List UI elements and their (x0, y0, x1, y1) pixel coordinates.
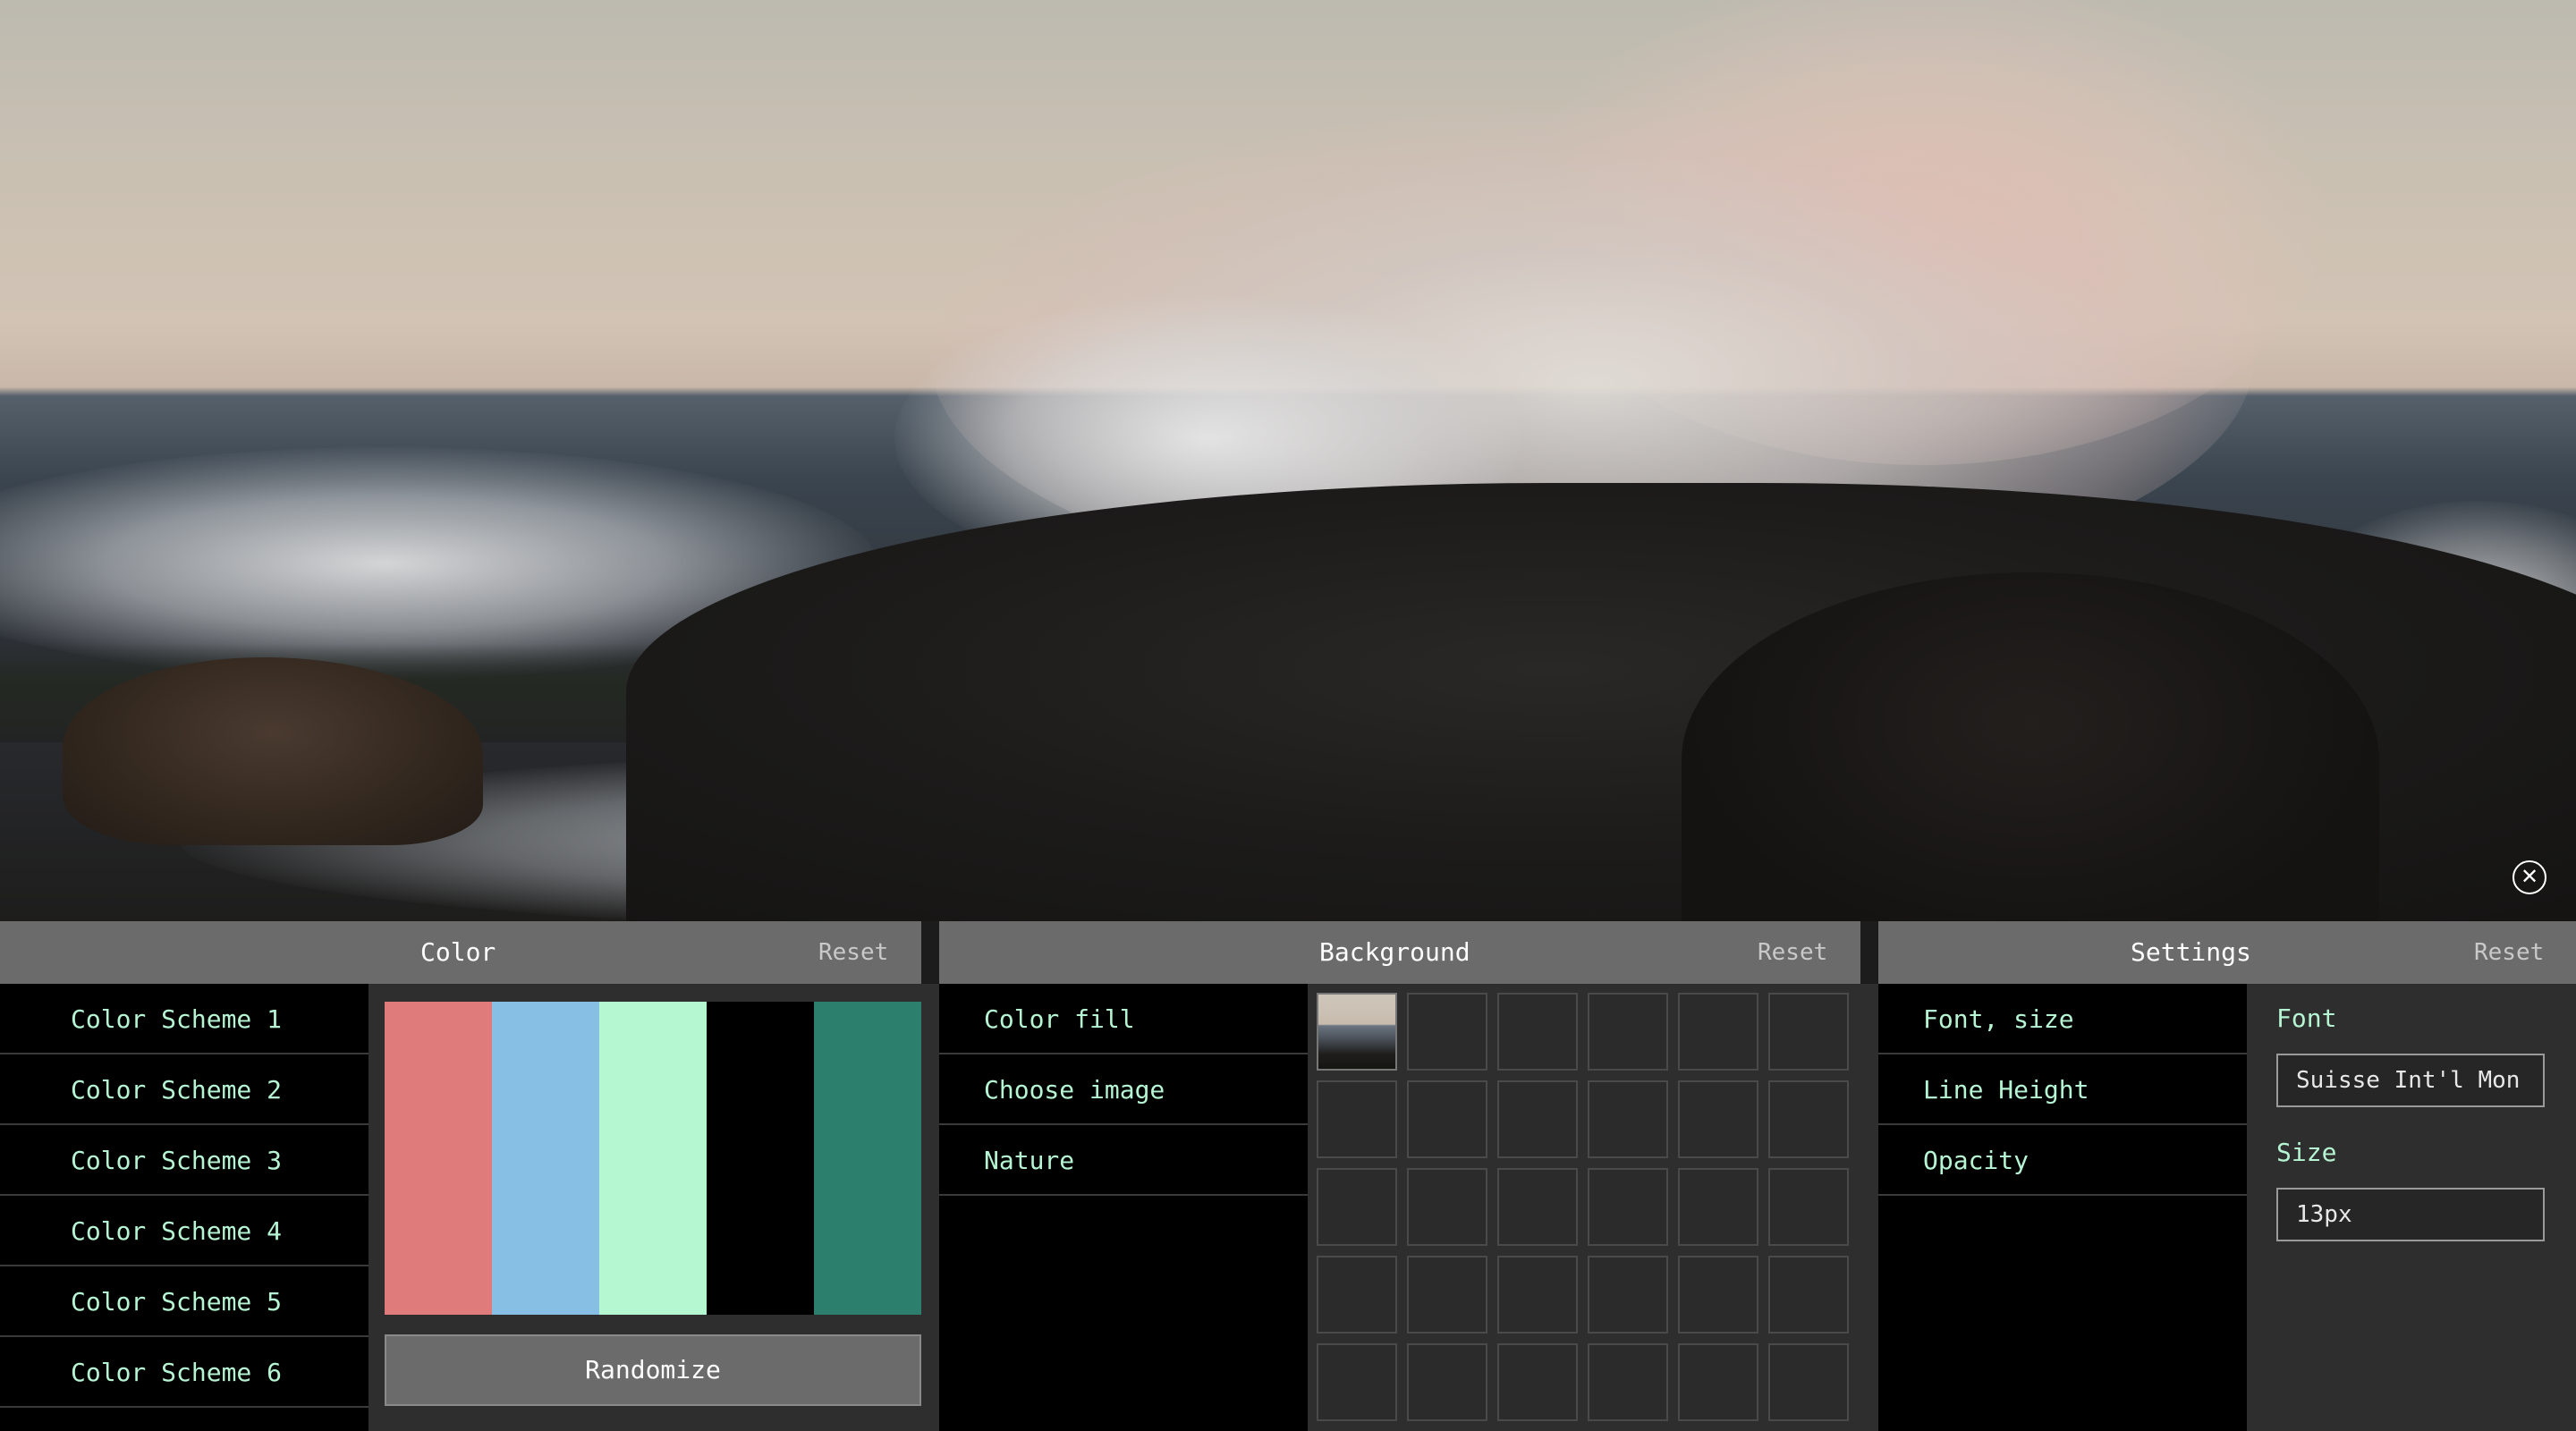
image-slot[interactable] (1678, 1343, 1758, 1421)
image-slot[interactable] (1768, 1343, 1849, 1421)
panel-divider (1860, 921, 1878, 1431)
image-slot[interactable] (1768, 1256, 1849, 1334)
background-panel: Background Reset Color fill Choose image… (939, 921, 1860, 1431)
color-swatch[interactable] (707, 1002, 814, 1315)
settings-form: Font Suisse Int'l Mon Size 13px (2247, 984, 2576, 1431)
image-slot[interactable] (1407, 1168, 1487, 1246)
image-slot[interactable] (1317, 1343, 1397, 1421)
image-slot[interactable] (1588, 1168, 1668, 1246)
menu-item-nature[interactable]: Nature (939, 1125, 1308, 1196)
image-slot[interactable] (1497, 1168, 1578, 1246)
image-slot[interactable] (1768, 1168, 1849, 1246)
color-swatches (385, 1002, 921, 1315)
settings-menu: Font, size Line Height Opacity (1878, 984, 2247, 1431)
color-scheme-item[interactable]: Color Scheme 3 (0, 1125, 369, 1196)
image-slot[interactable] (1497, 1080, 1578, 1158)
image-slot[interactable] (1407, 1256, 1487, 1334)
panel-title: Color (420, 937, 496, 967)
background-photo (0, 0, 2576, 921)
image-slot[interactable] (1588, 1256, 1668, 1334)
close-button[interactable]: ✕ (2512, 860, 2546, 894)
font-field[interactable]: Suisse Int'l Mon (2276, 1054, 2545, 1107)
panel-header: Settings Reset (1878, 921, 2576, 984)
panel-header: Color Reset (0, 921, 921, 984)
image-slot[interactable] (1407, 1343, 1487, 1421)
color-scheme-item[interactable]: Color Scheme 5 (0, 1266, 369, 1337)
panel-title: Background (1319, 937, 1470, 967)
reset-button[interactable]: Reset (818, 921, 888, 984)
color-swatch[interactable] (814, 1002, 921, 1315)
panel-divider (921, 921, 939, 1431)
color-scheme-list: Color Scheme 1 Color Scheme 2 Color Sche… (0, 984, 369, 1431)
color-scheme-item[interactable]: Color Scheme 6 (0, 1337, 369, 1408)
menu-item-opacity[interactable]: Opacity (1878, 1125, 2247, 1196)
image-slot[interactable] (1678, 1080, 1758, 1158)
panel-header: Background Reset (939, 921, 1860, 984)
background-menu: Color fill Choose image Nature (939, 984, 1308, 1431)
color-swatch[interactable] (599, 1002, 707, 1315)
randomize-button[interactable]: Randomize (385, 1334, 921, 1406)
image-slot[interactable] (1317, 1168, 1397, 1246)
settings-panel: Settings Reset Font, size Line Height Op… (1878, 921, 2576, 1431)
size-label: Size (2276, 1138, 2337, 1167)
image-slot[interactable] (1407, 993, 1487, 1071)
image-slot[interactable] (1317, 1080, 1397, 1158)
image-slot[interactable] (1588, 1080, 1668, 1158)
image-slot[interactable] (1678, 1168, 1758, 1246)
font-label: Font (2276, 1003, 2337, 1033)
image-slot[interactable] (1497, 1256, 1578, 1334)
image-slot[interactable] (1497, 1343, 1578, 1421)
image-thumbnail[interactable] (1317, 993, 1397, 1071)
image-grid-area (1308, 984, 1860, 1431)
panel-title: Settings (2131, 937, 2251, 967)
image-slot[interactable] (1588, 1343, 1668, 1421)
image-slot[interactable] (1768, 993, 1849, 1071)
reset-button[interactable]: Reset (1758, 921, 1827, 984)
menu-item-color-fill[interactable]: Color fill (939, 984, 1308, 1054)
image-slot[interactable] (1678, 1256, 1758, 1334)
menu-item-line-height[interactable]: Line Height (1878, 1054, 2247, 1125)
image-slot[interactable] (1317, 1256, 1397, 1334)
image-grid (1317, 993, 1849, 1421)
color-scheme-item[interactable]: Color Scheme 2 (0, 1054, 369, 1125)
image-slot[interactable] (1407, 1080, 1487, 1158)
menu-item-font-size[interactable]: Font, size (1878, 984, 2247, 1054)
color-panel: Color Reset Color Scheme 1 Color Scheme … (0, 921, 921, 1431)
color-scheme-item[interactable]: Color Scheme 1 (0, 984, 369, 1054)
image-slot[interactable] (1678, 993, 1758, 1071)
color-swatch[interactable] (385, 1002, 492, 1315)
close-icon: ✕ (2520, 864, 2539, 889)
color-swatch[interactable] (492, 1002, 599, 1315)
image-slot[interactable] (1497, 993, 1578, 1071)
color-scheme-item[interactable]: Color Scheme 4 (0, 1196, 369, 1266)
reset-button[interactable]: Reset (2474, 921, 2544, 984)
size-field[interactable]: 13px (2276, 1188, 2545, 1241)
image-slot[interactable] (1588, 993, 1668, 1071)
menu-item-choose-image[interactable]: Choose image (939, 1054, 1308, 1125)
image-slot[interactable] (1768, 1080, 1849, 1158)
